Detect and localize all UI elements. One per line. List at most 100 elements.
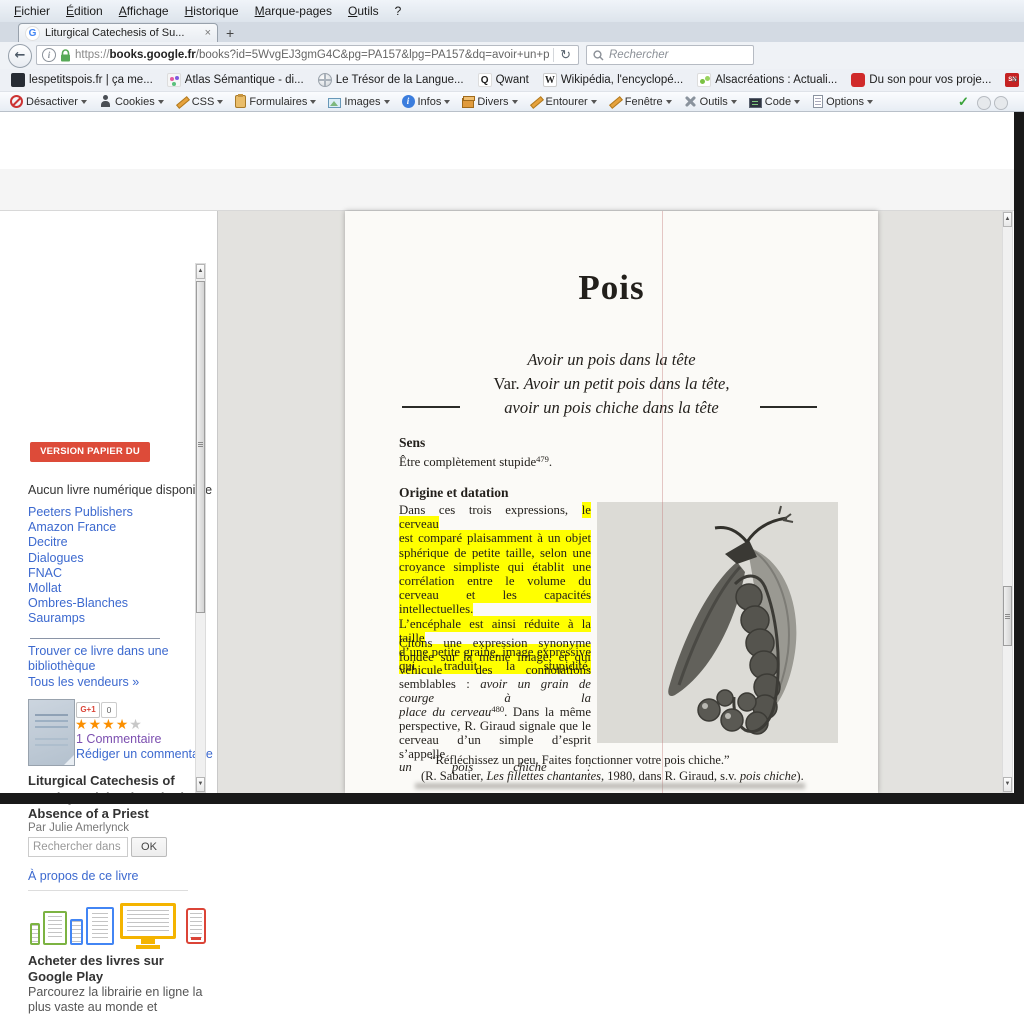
seller-link-mollat[interactable]: Mollat [28,581,133,596]
menu-item-historique[interactable]: Historique [177,2,247,20]
scroll-up-icon[interactable]: ▲ [1003,212,1012,227]
clipboard-icon [235,95,246,108]
webdev-menu-label: Infos [418,96,442,108]
seller-link-sauramps[interactable]: Sauramps [28,611,133,626]
seller-link-decitre[interactable]: Decitre [28,535,133,550]
bookmark-item[interactable]: Du son pour vos proje... [844,71,998,89]
menu-item-fichier[interactable]: Fichier [6,2,58,20]
bookmarks-overflow-chevron[interactable]: » [1011,72,1018,86]
search-ok-button[interactable]: OK [131,837,167,857]
bookmark-item[interactable]: Atlas Sémantique - di... [160,71,311,89]
bookmark-label: Qwant [496,74,529,86]
globe-favicon-icon [318,73,332,87]
book-text-line: (R. Sabatier, Les fillettes chantantes, … [421,769,804,784]
tab-close-icon[interactable]: × [205,27,211,39]
webdev-status-circle[interactable] [994,96,1008,110]
webdev-menu-options[interactable]: Options [806,95,879,108]
webdev-status-circle[interactable] [977,96,991,110]
about-book-link[interactable]: À propos de ce livre [28,869,138,884]
new-tab-button[interactable]: + [226,25,234,41]
webdev-menu-cookies[interactable]: Cookies [93,95,170,108]
webdev-menu-formulaires[interactable]: Formulaires [229,95,322,108]
menu-item-marquepages[interactable]: Marque-pages [247,2,340,20]
navigation-toolbar: ← i https://books.google.fr/books?id=5Wv… [0,42,1024,69]
sidebar-scrollbar-thumb[interactable] [196,281,205,613]
seller-link-fnac[interactable]: FNAC [28,566,133,581]
buy-books-title-line2: Google Play [28,969,103,984]
back-button[interactable]: ← [8,44,32,68]
webdev-menu-label: Divers [477,96,508,108]
bookmark-item[interactable]: Le Trésor de la Langue... [311,71,471,89]
sens-text: Être complètement stupide479. [399,455,591,470]
webdev-menu-label: Options [826,96,864,108]
viewer-scrollbar-thumb[interactable] [1003,586,1012,646]
chevron-down-icon [158,100,164,104]
buy-books-text: Parcourez la librairie en ligne la plus … [28,985,213,1015]
webdev-menu-infos[interactable]: Infos [396,95,457,108]
webdev-menu-fentre[interactable]: Fenêtre [603,95,678,108]
browser-search-box[interactable]: Rechercher [586,45,754,65]
seller-link-ombresblanches[interactable]: Ombres-Blanches [28,596,133,611]
all-sellers-link[interactable]: Tous les vendeurs » [28,675,139,690]
book-cover-thumbnail[interactable] [28,699,75,766]
phone-device-icon [70,919,83,945]
scroll-up-icon[interactable]: ▲ [196,264,205,279]
bookmark-item[interactable]: Alsacréations : Actuali... [690,71,844,89]
menu-item-affichage[interactable]: Affichage [111,2,177,20]
phone-device-icon [186,908,206,944]
webdev-menu-label: Images [344,96,380,108]
rating-star: ★ [89,716,103,732]
viewer-scrollbar[interactable]: ▲ ▼ [1002,211,1013,793]
star-rating[interactable]: ★★★★★ [75,716,143,733]
menu-item-?[interactable]: ? [387,2,410,20]
dash-rule-right [760,406,817,408]
webdev-menu-entourer[interactable]: Entourer [524,95,603,108]
menu-item-outils[interactable]: Outils [340,2,387,20]
webdev-menu-css[interactable]: CSS [170,95,230,108]
rating-star: ★ [116,716,130,732]
page-fold-line [662,211,663,793]
reload-icon[interactable]: ↻ [558,47,573,63]
sidebar-scrollbar[interactable]: ▲ ▼ [195,263,206,793]
bookmark-label: lespetitspois.fr | ça me... [29,74,153,86]
chevron-down-icon [591,100,597,104]
bookmark-item[interactable]: lespetitspois.fr | ça me... [4,71,160,89]
find-in-library-link-line2[interactable]: bibliothèque [28,659,95,674]
divider [30,638,160,639]
scroll-down-icon[interactable]: ▼ [196,777,205,792]
scroll-down-icon[interactable]: ▼ [1003,777,1012,792]
search-inside-book-input[interactable] [28,837,128,857]
alsa-favicon-icon [697,73,711,87]
pea-pod-illustration [597,502,838,743]
webdev-menu-label: CSS [192,96,215,108]
qwant-favicon-icon: Q [478,73,492,87]
book-text-line: Dans ces trois expressions, le cerveau [399,503,591,531]
webdev-menu-label: Entourer [546,96,588,108]
bookmark-label: Atlas Sémantique - di... [185,74,304,86]
page-info-icon[interactable]: i [42,48,56,62]
browser-tab[interactable]: G Liturgical Catechesis of Su... × [18,23,218,42]
phone-device-icon [30,923,40,945]
url-bar[interactable]: i https://books.google.fr/books?id=5WvgE… [36,45,579,65]
seller-link-peeterspublishers[interactable]: Peeters Publishers [28,505,133,520]
bookmark-item[interactable]: Q Qwant [471,71,536,89]
webdev-menu-divers[interactable]: Divers [456,96,523,108]
rating-star: ★ [75,716,89,732]
citation-quote: “Réfléchissez un peu. Faites fonctionner… [430,753,730,768]
webdev-menu-code[interactable]: Code [743,96,806,108]
seller-link-amazonfrance[interactable]: Amazon France [28,520,133,535]
menu-item-dition[interactable]: Édition [58,2,111,20]
book-text-line: perspective, R. Giraud signale que le [399,720,591,734]
webdev-menu-outils[interactable]: Outils [678,95,743,108]
get-print-book-button[interactable]: VERSION PAPIER DU LIVRE [30,442,150,462]
webdev-menu-dsactiver[interactable]: Désactiver [4,95,93,108]
book-text-line: cerveau et les capacités intellectuelles… [399,588,591,616]
bookmark-item[interactable]: WWikipédia, l'encyclopé... [536,71,690,89]
seller-link-dialogues[interactable]: Dialogues [28,551,133,566]
webdev-menu-label: Désactiver [26,96,78,108]
find-in-library-link[interactable]: Trouver ce livre dans une [28,644,169,659]
write-review-link[interactable]: Rédiger un commentaire [76,747,213,762]
webdev-menu-images[interactable]: Images [322,96,395,108]
review-count-link[interactable]: 1 Commentaire [76,732,161,747]
book-text-line: Avoir un pois dans la tête [345,348,878,372]
